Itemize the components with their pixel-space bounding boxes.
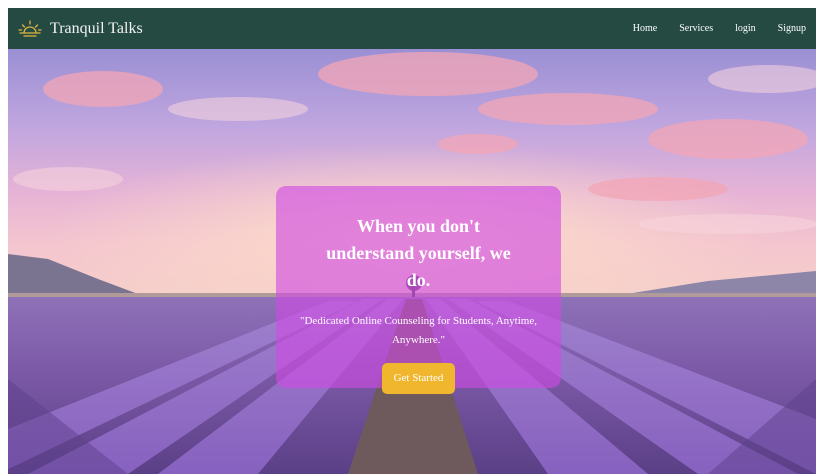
sunrise-icon bbox=[18, 19, 42, 37]
hero-card: When you don't understand yourself, we d… bbox=[276, 186, 561, 394]
hero-subtext: "Dedicated Online Counseling for Student… bbox=[300, 315, 537, 346]
brand[interactable]: Tranquil Talks bbox=[16, 15, 143, 43]
nav-link-services[interactable]: Services bbox=[679, 23, 713, 34]
brand-name: Tranquil Talks bbox=[50, 19, 143, 37]
nav-link-signup[interactable]: Signup bbox=[778, 23, 806, 34]
nav-links: Home Services login Signup bbox=[611, 23, 806, 34]
hero-heading: When you don't understand yourself, we d… bbox=[326, 216, 511, 290]
nav-link-login[interactable]: login bbox=[735, 23, 756, 34]
page-frame: Tranquil Talks Home Services login Signu… bbox=[8, 8, 816, 474]
navbar: Tranquil Talks Home Services login Signu… bbox=[8, 8, 816, 49]
nav-link-home[interactable]: Home bbox=[633, 23, 657, 34]
get-started-button[interactable]: Get Started bbox=[381, 363, 456, 394]
